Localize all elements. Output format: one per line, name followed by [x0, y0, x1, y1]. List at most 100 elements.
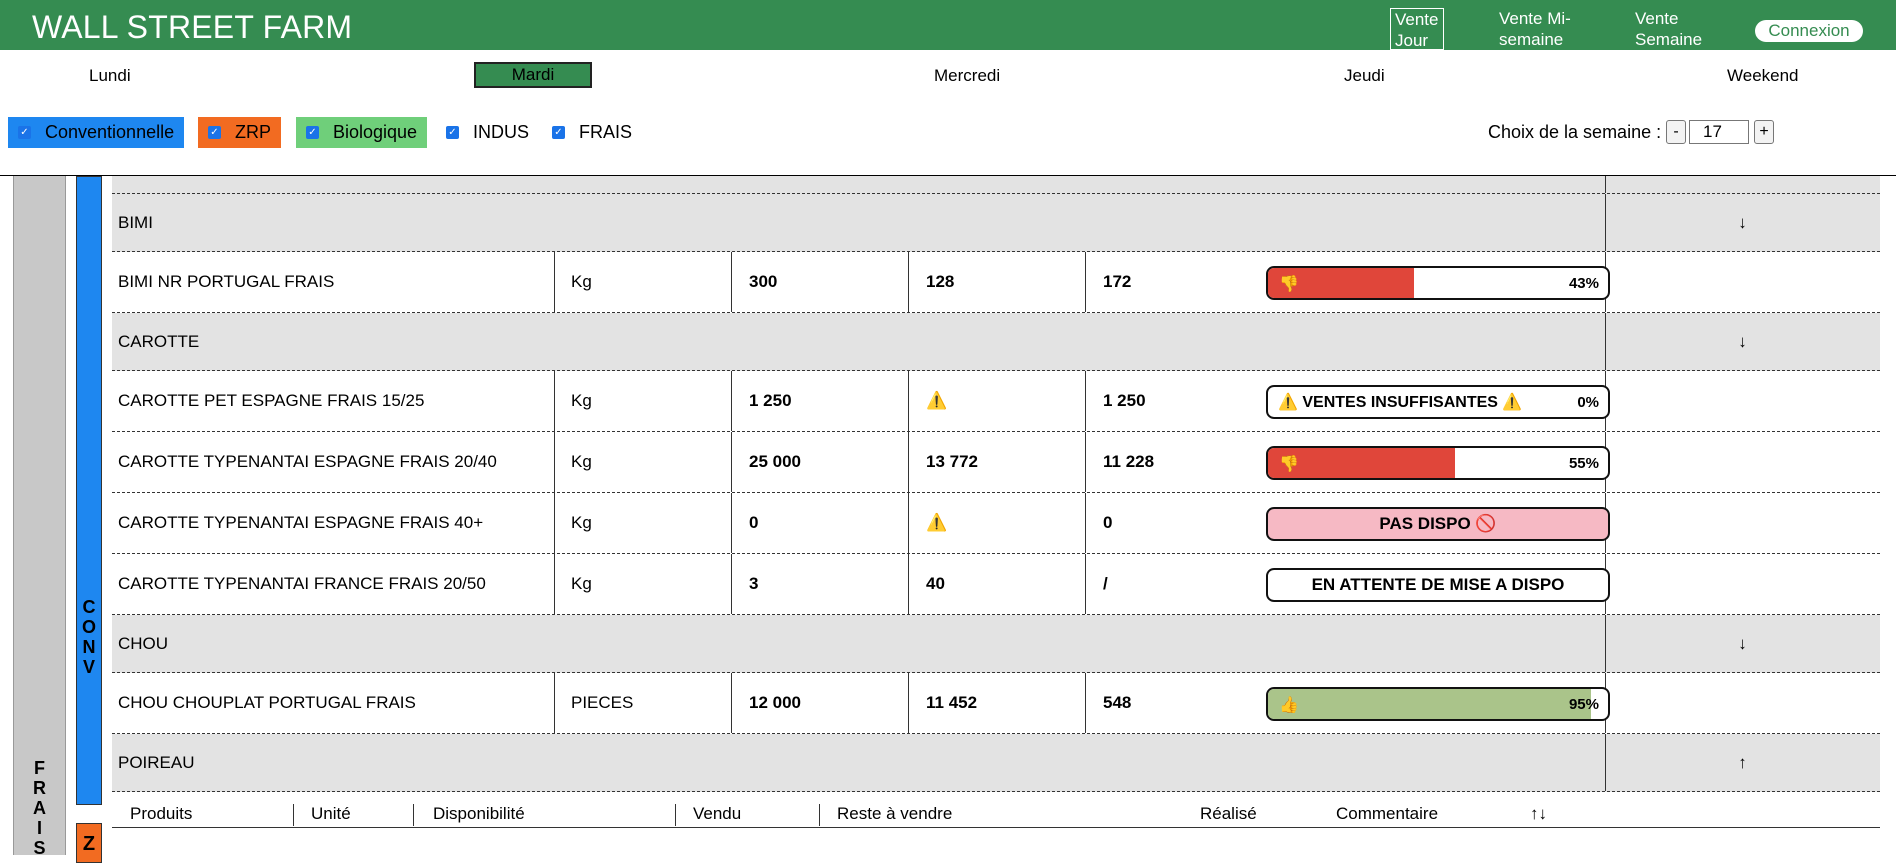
thumbs-down-icon: 👎 — [1279, 276, 1299, 293]
filter-label: Conventionnelle — [45, 122, 175, 142]
unit-cell: Kg — [571, 574, 592, 593]
group-row[interactable]: POIREAU ↑ — [112, 734, 1880, 792]
checkbox-checked-icon[interactable]: ✓ — [446, 126, 459, 139]
group-row[interactable]: CAROTTE ↓ — [112, 313, 1880, 371]
checkbox-checked-icon[interactable]: ✓ — [552, 126, 565, 139]
progress-percent: 43% — [1568, 275, 1599, 292]
progress-fill — [1268, 689, 1591, 719]
product-row[interactable]: CAROTTE PET ESPAGNE FRAIS 15/25 Kg 1 250… — [112, 371, 1880, 432]
filter-conventionnelle[interactable]: ✓ Conventionnelle — [8, 117, 184, 148]
vendu-cell: 128 — [926, 272, 955, 291]
col-header-reste[interactable]: Reste à vendre — [837, 804, 952, 824]
week-decrement-button[interactable]: - — [1666, 120, 1686, 144]
nav-vente-jour[interactable]: Vente Jour — [1390, 8, 1444, 50]
filter-label: INDUS — [473, 122, 530, 142]
dispo-cell[interactable]: 300 — [749, 252, 777, 312]
checkbox-checked-icon[interactable]: ✓ — [306, 126, 319, 139]
app-title: WALL STREET FARM — [32, 9, 353, 45]
category-zrp-band[interactable]: Z — [76, 823, 102, 863]
table-row-partial — [112, 176, 1880, 194]
realise-progress-bar: 👎 55% — [1266, 446, 1610, 480]
week-increment-button[interactable]: + — [1754, 120, 1774, 144]
vendu-cell: 11 452 — [926, 693, 978, 712]
tab-mardi[interactable]: Mardi — [474, 62, 592, 88]
col-separator — [413, 804, 414, 826]
checkbox-checked-icon[interactable]: ✓ — [18, 126, 31, 139]
product-name: CHOU CHOUPLAT PORTUGAL FRAIS — [118, 693, 416, 712]
col-separator — [1085, 493, 1086, 553]
product-name: CAROTTE TYPENANTAI ESPAGNE FRAIS 20/40 — [118, 452, 497, 471]
col-header-disponibilite[interactable]: Disponibilité — [433, 804, 525, 824]
filter-frais[interactable]: ✓ FRAIS — [542, 117, 642, 148]
nav-label: Vente — [1635, 9, 1679, 28]
connexion-button[interactable]: Connexion — [1755, 20, 1863, 42]
checkbox-checked-icon[interactable]: ✓ — [208, 126, 221, 139]
col-header-unite[interactable]: Unité — [311, 804, 351, 824]
group-name: CAROTTE — [118, 331, 200, 351]
thumbs-down-icon: 👎 — [1279, 456, 1299, 473]
unit-cell: PIECES — [571, 693, 634, 712]
tab-mercredi[interactable]: Mercredi — [934, 66, 1000, 86]
expand-arrow-icon[interactable]: ↑ — [1605, 734, 1880, 791]
product-row[interactable]: CAROTTE TYPENANTAI ESPAGNE FRAIS 20/40 K… — [112, 432, 1880, 493]
col-separator — [731, 252, 732, 312]
col-header-vendu[interactable]: Vendu — [693, 804, 741, 824]
col-separator — [908, 673, 909, 733]
week-input[interactable]: 17 — [1689, 120, 1749, 144]
category-conv-band[interactable]: CONV — [76, 176, 102, 805]
col-separator — [554, 371, 555, 431]
col-separator — [1085, 432, 1086, 492]
expand-arrow-icon[interactable]: ↓ — [1605, 313, 1880, 370]
col-header-commentaire[interactable]: Commentaire — [1336, 804, 1438, 824]
filter-biologique[interactable]: ✓ Biologique — [296, 117, 427, 148]
col-header-realise[interactable]: Réalisé — [1200, 804, 1257, 824]
dispo-cell[interactable]: 25 000 — [749, 432, 801, 492]
group-name: BIMI — [118, 212, 153, 232]
expand-arrow-icon[interactable]: ↓ — [1605, 615, 1880, 672]
filter-zrp[interactable]: ✓ ZRP — [198, 117, 281, 148]
nav-vente-mi-semaine[interactable]: Vente Mi- semaine — [1499, 8, 1571, 50]
col-separator — [908, 493, 909, 553]
group-name: CHOU — [118, 633, 169, 653]
progress-percent: 95% — [1568, 696, 1599, 713]
tab-jeudi[interactable]: Jeudi — [1344, 66, 1385, 86]
col-separator — [1085, 673, 1086, 733]
vendu-cell: 40 — [926, 574, 945, 593]
product-row[interactable]: CAROTTE TYPENANTAI FRANCE FRAIS 20/50 Kg… — [112, 554, 1880, 615]
tab-weekend[interactable]: Weekend — [1727, 66, 1799, 86]
expand-arrow-icon[interactable]: ↓ — [1605, 194, 1880, 251]
group-row[interactable]: CHOU ↓ — [112, 615, 1880, 673]
product-name: CAROTTE TYPENANTAI FRANCE FRAIS 20/50 — [118, 574, 486, 593]
product-name: CAROTTE TYPENANTAI ESPAGNE FRAIS 40+ — [118, 513, 484, 532]
product-name: CAROTTE PET ESPAGNE FRAIS 15/25 — [118, 391, 425, 410]
realise-status: EN ATTENTE DE MISE A DISPO — [1266, 568, 1610, 602]
product-row[interactable]: BIMI NR PORTUGAL FRAIS Kg 300 128 172 👎 … — [112, 252, 1880, 313]
col-separator — [731, 673, 732, 733]
realise-progress-bar: 👎 43% — [1266, 266, 1610, 300]
dispo-cell[interactable]: 1 250 — [749, 371, 792, 431]
reste-cell: / — [1103, 574, 1108, 593]
col-separator — [554, 432, 555, 492]
unit-cell: Kg — [571, 513, 592, 532]
col-separator — [731, 371, 732, 431]
col-separator — [819, 804, 820, 826]
nav-vente-semaine[interactable]: Vente Semaine — [1635, 8, 1702, 50]
tab-lundi[interactable]: Lundi — [89, 66, 131, 86]
dispo-cell[interactable]: 3 — [749, 554, 758, 614]
product-name: BIMI NR PORTUGAL FRAIS — [118, 272, 335, 291]
group-row[interactable]: BIMI ↓ — [112, 194, 1880, 252]
dispo-cell[interactable]: 12 000 — [749, 673, 801, 733]
nav-label: semaine — [1499, 30, 1564, 49]
col-separator — [1085, 252, 1086, 312]
sort-icon[interactable]: ↑↓ — [1530, 804, 1547, 824]
col-separator — [554, 252, 555, 312]
product-row[interactable]: CHOU CHOUPLAT PORTUGAL FRAIS PIECES 12 0… — [112, 673, 1880, 734]
col-separator — [908, 252, 909, 312]
unit-cell: Kg — [571, 452, 592, 471]
reste-cell: 1 250 — [1103, 391, 1146, 410]
dispo-cell[interactable]: 0 — [749, 493, 758, 553]
product-row[interactable]: CAROTTE TYPENANTAI ESPAGNE FRAIS 40+ Kg … — [112, 493, 1880, 554]
col-header-produits[interactable]: Produits — [130, 804, 192, 824]
filter-indus[interactable]: ✓ INDUS — [436, 117, 536, 148]
col-separator — [554, 493, 555, 553]
